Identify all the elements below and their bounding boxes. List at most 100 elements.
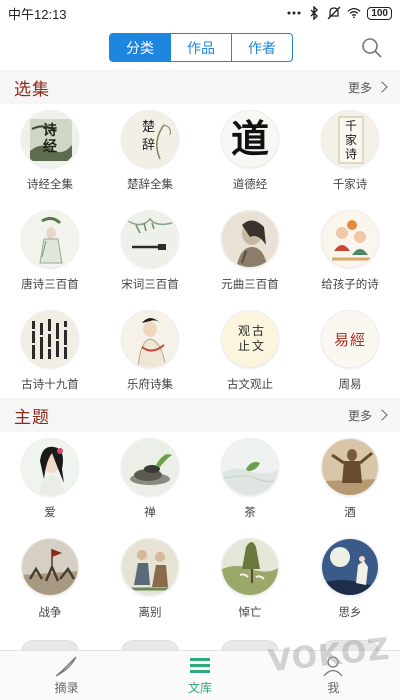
yuan-qu-cover-icon xyxy=(221,210,279,268)
anthology-label: 古文观止 xyxy=(227,379,273,391)
tab-label: 我 xyxy=(327,681,340,695)
theme-item[interactable]: 战争 xyxy=(0,532,100,632)
farewell-cover-icon xyxy=(121,538,179,596)
kids-poems-cover-icon xyxy=(321,210,379,268)
anthology-item[interactable]: 宋词三百首 xyxy=(100,204,200,304)
guwen-cover-icon: 观古止文 xyxy=(221,310,279,368)
bluetooth-icon xyxy=(307,6,321,20)
dots-icon xyxy=(287,6,301,20)
mourning-cover-icon xyxy=(221,538,279,596)
anthology-item[interactable]: 楚辞 楚辞全集 xyxy=(100,104,200,204)
homesick-cover-icon xyxy=(321,538,379,596)
anthology-item[interactable]: 元曲三百首 xyxy=(200,204,300,304)
qianjiashi-cover-icon: 千家诗 xyxy=(321,110,379,168)
tab-authors[interactable]: 作者 xyxy=(231,34,292,61)
shijing-cover-icon: 诗经 xyxy=(21,110,79,168)
theme-label: 离别 xyxy=(138,607,162,619)
tang-poems-cover-icon xyxy=(21,210,79,268)
more-label: 更多 xyxy=(347,80,372,95)
zhouyi-cover-icon: 易經 xyxy=(321,310,379,368)
tab-library[interactable]: 文库 xyxy=(133,651,266,700)
status-bar: 中午12:13 100 xyxy=(0,0,400,26)
theme-label: 悼亡 xyxy=(238,607,262,619)
tab-works[interactable]: 作品 xyxy=(170,34,231,61)
theme-grid: 爱 禅 茶 酒 战争 离别 悼亡 思乡 xyxy=(0,432,400,632)
anthology-grid: 诗经 诗经全集 楚辞 楚辞全集 道 道德经 千家诗 千家诗 唐诗三百首 宋词三百… xyxy=(0,104,400,404)
quill-icon xyxy=(55,656,77,677)
library-icon xyxy=(189,658,210,673)
anthology-label: 宋词三百首 xyxy=(121,279,179,291)
top-nav: 分类 作品 作者 xyxy=(0,26,400,70)
chevron-right-icon xyxy=(376,409,388,421)
mute-icon xyxy=(327,6,341,20)
more-link[interactable]: 更多 xyxy=(347,407,388,424)
anthology-label: 唐诗三百首 xyxy=(21,279,79,291)
anthology-label: 乐府诗集 xyxy=(127,379,173,391)
anthology-item[interactable]: 给孩子的诗 xyxy=(300,204,400,304)
theme-label: 禅 xyxy=(144,507,156,519)
anthology-label: 诗经全集 xyxy=(27,179,73,191)
anthology-label: 给孩子的诗 xyxy=(321,279,379,291)
anthology-label: 周易 xyxy=(338,379,362,391)
theme-label: 茶 xyxy=(244,507,256,519)
theme-label: 酒 xyxy=(344,507,356,519)
zhouyi-cover-text: 易經 xyxy=(333,330,366,349)
love-cover-icon xyxy=(21,438,79,496)
wifi-icon xyxy=(347,6,361,20)
anthology-item[interactable]: 易經 周易 xyxy=(300,304,400,404)
tab-category[interactable]: 分类 xyxy=(110,34,170,61)
status-icons: 100 xyxy=(287,6,392,20)
tab-excerpts[interactable]: 摘录 xyxy=(0,651,133,700)
shijing-cover-text: 诗经 xyxy=(43,123,57,155)
tab-label: 文库 xyxy=(187,681,212,695)
anthology-label: 楚辞全集 xyxy=(127,179,173,191)
search-icon xyxy=(362,38,382,58)
theme-item[interactable]: 爱 xyxy=(0,432,100,532)
theme-item[interactable]: 思乡 xyxy=(300,532,400,632)
theme-label: 思乡 xyxy=(338,607,362,619)
tea-cover-icon xyxy=(221,438,279,496)
nineteen-poems-cover-icon xyxy=(21,310,79,368)
daodejing-cover-icon: 道 xyxy=(221,110,279,168)
theme-label: 爱 xyxy=(44,507,56,519)
guwen-cover-text: 观古止文 xyxy=(238,324,267,353)
anthology-label: 道德经 xyxy=(232,179,268,191)
chuci-cover-icon: 楚辞 xyxy=(121,110,179,168)
anthology-item[interactable]: 诗经 诗经全集 xyxy=(0,104,100,204)
yuefu-cover-icon xyxy=(121,310,179,368)
theme-item[interactable]: 酒 xyxy=(300,432,400,532)
theme-item[interactable]: 悼亡 xyxy=(200,532,300,632)
tab-label: 摘录 xyxy=(54,681,79,695)
anthology-label: 千家诗 xyxy=(332,179,368,191)
anthology-item[interactable]: 唐诗三百首 xyxy=(0,204,100,304)
theme-label: 战争 xyxy=(38,607,62,619)
anthology-item[interactable]: 道 道德经 xyxy=(200,104,300,204)
qianjiashi-cover-text: 千家诗 xyxy=(344,119,357,161)
section-header-anthologies: 选集 更多 xyxy=(0,70,400,104)
anthology-item[interactable]: 观古止文 古文观止 xyxy=(200,304,300,404)
category-segmented-control: 分类 作品 作者 xyxy=(109,33,293,62)
battery-indicator: 100 xyxy=(367,6,392,20)
anthology-item[interactable]: 千家诗 千家诗 xyxy=(300,104,400,204)
chevron-right-icon xyxy=(376,81,388,93)
anthology-item[interactable]: 古诗十九首 xyxy=(0,304,100,404)
chuci-cover-text: 楚辞 xyxy=(142,120,156,153)
theme-item[interactable]: 离别 xyxy=(100,532,200,632)
more-link[interactable]: 更多 xyxy=(347,79,388,96)
anthology-item[interactable]: 乐府诗集 xyxy=(100,304,200,404)
section-header-themes: 主题 更多 xyxy=(0,398,400,432)
daodejing-cover-text: 道 xyxy=(230,116,269,161)
zen-cover-icon xyxy=(121,438,179,496)
section-title: 主题 xyxy=(14,407,50,427)
theme-item[interactable]: 禅 xyxy=(100,432,200,532)
anthology-label: 古诗十九首 xyxy=(21,379,79,391)
theme-item[interactable]: 茶 xyxy=(200,432,300,532)
status-time: 中午12:13 xyxy=(8,6,67,22)
section-title: 选集 xyxy=(14,79,50,99)
war-cover-icon xyxy=(21,538,79,596)
song-ci-cover-icon xyxy=(121,210,179,268)
search-button[interactable] xyxy=(360,36,384,60)
anthology-label: 元曲三百首 xyxy=(221,279,279,291)
wine-cover-icon xyxy=(321,438,379,496)
more-label: 更多 xyxy=(347,408,372,423)
